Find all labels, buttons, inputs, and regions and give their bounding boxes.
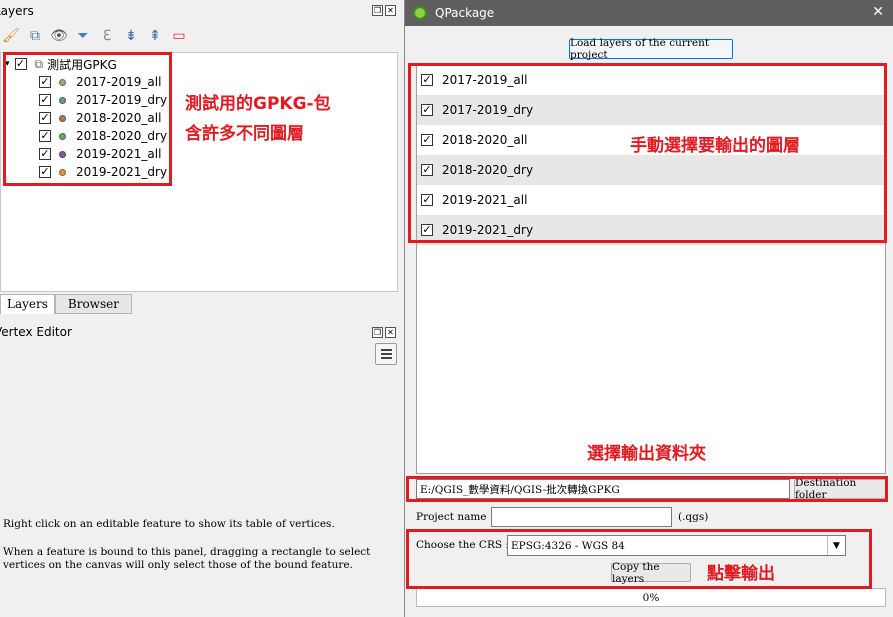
layer-row[interactable]: ✓ 2017-2019_dry (39, 91, 167, 109)
close-icon[interactable]: ✕ (385, 5, 396, 16)
list-item-label: 2018-2020_all (442, 133, 528, 147)
layer-checkbox[interactable]: ✓ (39, 130, 51, 142)
destination-path-field[interactable]: E:/QGIS_數學資料/QGIS-批次轉換GPKG (416, 479, 790, 499)
list-item-label: 2019-2021_dry (442, 223, 534, 237)
layers-dock-buttons: ❐ ✕ (372, 5, 396, 16)
destination-folder-button[interactable]: Destination folder (794, 477, 887, 501)
expand-all-icon[interactable]: ⇟ (120, 25, 142, 47)
chevron-down-icon[interactable]: ▼ (827, 536, 845, 555)
layer-checkbox[interactable]: ✓ (39, 76, 51, 88)
point-symbol-icon (59, 150, 66, 158)
vertex-note-2: When a feature is bound to this panel, d… (3, 546, 371, 571)
annotation-select: 手動選擇要輸出的圖層 (630, 136, 800, 156)
group-label: 測試用GPKG (47, 57, 117, 72)
layer-row[interactable]: ✓ 2019-2021_dry (39, 163, 167, 181)
crs-select[interactable]: EPSG:4326 - WGS 84 ▼ (507, 535, 846, 556)
dialog-title: QPackage (435, 6, 495, 20)
add-group-icon[interactable]: ⧉ (24, 25, 46, 47)
collapse-arrow-icon[interactable]: ▾ (5, 59, 10, 69)
layer-checkbox[interactable]: ✓ (421, 194, 433, 206)
layer-checkbox[interactable]: ✓ (421, 104, 433, 116)
collapse-all-icon[interactable]: ⇞ (144, 25, 166, 47)
progress-bar: 0% (416, 588, 886, 607)
layer-checkbox[interactable]: ✓ (39, 148, 51, 160)
group-icon: ⧉ (34, 56, 44, 71)
layer-list: ✓ 2017-2019_all ✓ 2017-2019_dry ✓ 2018-2020_a… (416, 64, 886, 474)
layer-checkbox[interactable]: ✓ (421, 74, 433, 86)
layer-label: 2018-2020_dry (76, 129, 168, 143)
vertex-dock-buttons: ❐ ✕ (372, 327, 396, 338)
layer-label: 2019-2021_all (76, 147, 162, 161)
list-item[interactable]: ✓ 2017-2019_dry (417, 95, 885, 125)
float-icon[interactable]: ❐ (372, 5, 383, 16)
layer-row[interactable]: ✓ 2019-2021_all (39, 145, 161, 163)
layer-checkbox[interactable]: ✓ (421, 224, 433, 236)
load-layers-button[interactable]: Load layers of the current project (569, 37, 733, 61)
annotation-export: 點擊輸出 (707, 564, 775, 584)
layer-checkbox[interactable]: ✓ (39, 166, 51, 178)
tab-layers[interactable]: Layers (0, 294, 55, 314)
float-icon[interactable]: ❐ (372, 327, 383, 338)
close-icon[interactable]: ✕ (872, 4, 884, 20)
dialog-titlebar: QPackage ✕ (405, 0, 893, 26)
layer-row[interactable]: ✓ 2018-2020_all (39, 109, 161, 127)
layer-checkbox[interactable]: ✓ (39, 94, 51, 106)
crs-label: Choose the CRS : (416, 539, 509, 551)
point-symbol-icon (59, 96, 66, 104)
vertex-editor-title: Vertex Editor (0, 325, 72, 339)
layers-panel-title: Layers (0, 4, 34, 18)
layer-row[interactable]: ✓ 2018-2020_dry (39, 127, 167, 145)
list-item-label: 2017-2019_dry (442, 103, 534, 117)
point-symbol-icon (59, 78, 66, 86)
visibility-eye-icon[interactable]: 👁 (48, 25, 70, 47)
copy-layers-button[interactable]: Copy the layers (611, 561, 691, 585)
project-name-input[interactable] (491, 507, 672, 527)
group-row[interactable]: ▾ ✓ ⧉ 測試用GPKG (5, 55, 117, 73)
layer-label: 2018-2020_all (76, 111, 162, 125)
list-item[interactable]: ✓ 2019-2021_dry (417, 215, 885, 245)
qpackage-dialog: QPackage ✕ Load layers of the current pr… (404, 0, 893, 617)
vertex-note-1: Right click on an editable feature to sh… (3, 518, 335, 530)
filter-expression-icon[interactable]: ℇ (96, 25, 118, 47)
list-item-label: 2019-2021_all (442, 193, 528, 207)
layer-row[interactable]: ✓ 2017-2019_all (39, 73, 161, 91)
project-name-label: Project name : (416, 511, 494, 523)
qgis-icon (413, 6, 427, 20)
panel-tabs: Layers Browser (0, 294, 132, 314)
tab-browser[interactable]: Browser (54, 294, 132, 314)
filter-icon[interactable]: ⏷ (72, 25, 94, 47)
point-symbol-icon (59, 132, 66, 140)
layer-label: 2017-2019_all (76, 75, 162, 89)
list-item[interactable]: ✓ 2019-2021_all (417, 185, 885, 215)
project-ext-label: (.qgs) (678, 511, 709, 523)
group-checkbox[interactable]: ✓ (14, 58, 27, 70)
vertex-options-menu-button[interactable] (375, 343, 397, 365)
close-icon[interactable]: ✕ (385, 327, 396, 338)
layer-checkbox[interactable]: ✓ (421, 134, 433, 146)
layer-label: 2019-2021_dry (76, 165, 168, 179)
list-item-label: 2017-2019_all (442, 73, 528, 87)
layer-tree: ▾ ✓ ⧉ 測試用GPKG ✓ 2017-2019_all ✓ 2017-2019_d… (0, 52, 398, 292)
layer-checkbox[interactable]: ✓ (421, 164, 433, 176)
layers-toolbar: 🖌 ⧉ 👁 ⏷ ℇ ⇟ ⇞ ▭ (0, 24, 400, 48)
list-item-label: 2018-2020_dry (442, 163, 534, 177)
layer-label: 2017-2019_dry (76, 93, 168, 107)
annotation-gpkg-line1: 測試用的GPKG-包 (185, 94, 331, 114)
list-item[interactable]: ✓ 2017-2019_all (417, 65, 885, 95)
remove-layer-icon[interactable]: ▭ (168, 25, 190, 47)
style-brush-icon[interactable]: 🖌 (0, 25, 22, 47)
annotation-folder: 選擇輸出資料夾 (587, 444, 706, 464)
crs-value: EPSG:4326 - WGS 84 (511, 539, 625, 552)
annotation-gpkg-line2: 含許多不同圖層 (185, 124, 304, 144)
layer-checkbox[interactable]: ✓ (39, 112, 51, 124)
point-symbol-icon (59, 168, 66, 176)
list-item[interactable]: ✓ 2018-2020_dry (417, 155, 885, 185)
point-symbol-icon (59, 114, 66, 122)
progress-text: 0% (642, 591, 660, 604)
